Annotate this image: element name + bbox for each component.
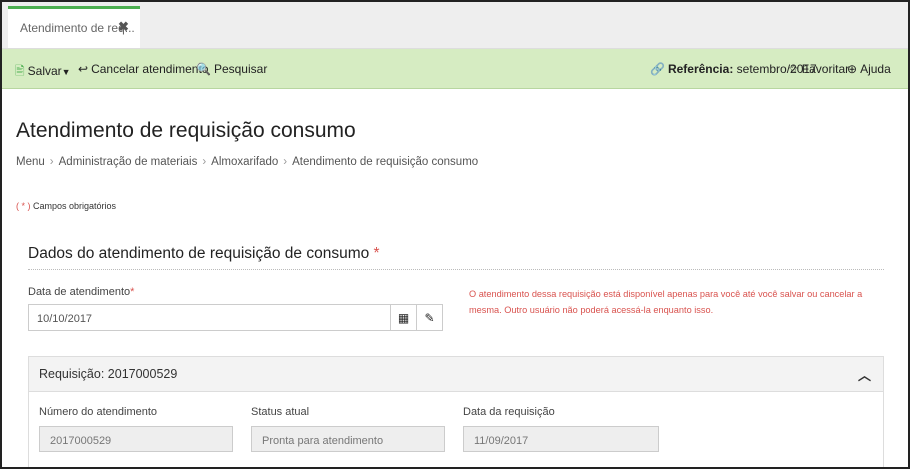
breadcrumb-item[interactable]: Administração de materiais (59, 156, 198, 168)
field-label: Status atual (251, 406, 310, 418)
help-button[interactable]: ⊕ Ajuda (847, 62, 891, 76)
lock-warning: O atendimento dessa requisição está disp… (469, 289, 863, 315)
breadcrumb: Menu › Administração de materiais › Almoxari… (16, 156, 478, 168)
section-divider (28, 269, 884, 270)
reference-label: Referência: (667, 62, 734, 76)
favorite-button[interactable]: ☆ Favoritar (788, 62, 849, 76)
required-fields-note: ( * ) Campos obrigatórios (16, 201, 116, 211)
reply-icon: ↩ (78, 62, 89, 76)
tab-bar: Atendimento de req... ✖ (2, 2, 908, 49)
required-marker: ( * ) (16, 201, 31, 211)
date-field[interactable]: 10/10/2017 (28, 304, 391, 331)
section-title: Dados do atendimento de requisição de co… (28, 245, 380, 263)
tab-atendimento[interactable]: Atendimento de req... ✖ (8, 6, 140, 48)
date-label: Data de atendimento* (28, 286, 134, 298)
toolbar: 🖹 Salvar▼ ↩ Cancelar atendimento 🔍 Pesquisa… (2, 49, 908, 89)
search-icon: 🔍 (196, 62, 211, 76)
required-note-text: Campos obrigatórios (33, 201, 117, 211)
cancel-button[interactable]: ↩ Cancelar atendimento (78, 62, 208, 76)
breadcrumb-item: Atendimento de requisição consumo (292, 156, 479, 168)
breadcrumb-separator-icon: › (283, 156, 288, 168)
required-star: * (130, 286, 135, 298)
share-icon: 🔗 (650, 62, 665, 76)
help-label: Ajuda (860, 62, 891, 76)
help-icon: ⊕ (847, 62, 858, 76)
favorite-label: Favoritar (801, 62, 850, 76)
save-label: Salvar (27, 64, 62, 78)
section-title-text: Dados do atendimento de requisição de co… (28, 245, 370, 262)
calendar-icon[interactable]: ▦ (390, 304, 417, 331)
close-icon[interactable]: ✖ (118, 19, 129, 35)
field-label: Número do atendimento (39, 406, 158, 418)
breadcrumb-separator-icon: › (49, 156, 54, 168)
caret-down-icon: ▼ (61, 67, 71, 77)
date-label-text: Data de atendimento (28, 286, 131, 298)
required-star: * (373, 245, 380, 262)
save-icon: 🖹 (15, 64, 25, 78)
attendance-number-field: 2017000529 (39, 426, 233, 452)
cancel-label: Cancelar atendimento (91, 62, 209, 76)
breadcrumb-item[interactable]: Almoxarifado (211, 156, 278, 168)
chevron-up-icon[interactable]: ︿ (858, 365, 871, 384)
field-label: Data da requisição (463, 406, 555, 418)
breadcrumb-item[interactable]: Menu (16, 156, 45, 168)
search-label: Pesquisar (213, 62, 268, 76)
panel-title: Requisição: 2017000529 (39, 367, 178, 381)
star-icon: ☆ (788, 62, 799, 76)
search-button[interactable]: 🔍 Pesquisar (196, 62, 267, 76)
breadcrumb-separator-icon: › (202, 156, 207, 168)
app-window: Atendimento de req... ✖ 🖹 Salvar▼ ↩ Cancel… (0, 0, 910, 469)
eraser-icon[interactable]: ✎ (416, 304, 443, 331)
status-field: Pronta para atendimento (251, 426, 445, 452)
save-button[interactable]: 🖹 Salvar▼ (15, 62, 71, 83)
panel-header[interactable]: Requisição: 2017000529 ︿ (29, 357, 883, 392)
requisition-panel: Requisição: 2017000529 ︿ Número do atend… (28, 356, 884, 467)
page-title: Atendimento de requisição consumo (16, 119, 356, 142)
requisition-date-field: 11/09/2017 (463, 426, 659, 452)
